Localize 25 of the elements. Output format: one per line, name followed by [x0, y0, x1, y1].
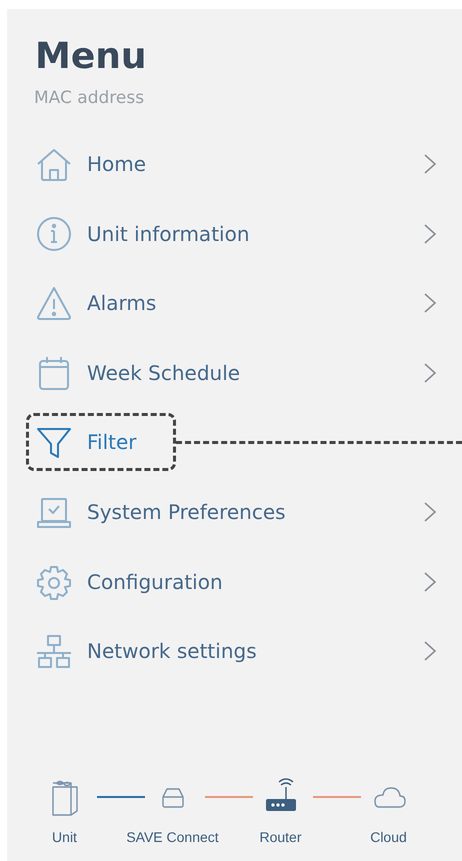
chevron-right-icon — [423, 570, 437, 593]
chevron-right-icon — [423, 222, 437, 245]
device-label: SAVE Connect — [126, 828, 219, 846]
gear-icon — [35, 564, 73, 600]
menu-item[interactable]: Network settings — [26, 622, 448, 680]
menu-item[interactable]: Filter — [26, 413, 176, 472]
network-icon — [35, 633, 73, 670]
mac-address-label: MAC address — [34, 87, 146, 110]
menu-item[interactable]: Configuration — [26, 552, 448, 611]
menu-item[interactable]: Alarms — [26, 274, 448, 332]
chevron-right-icon — [423, 292, 437, 314]
menu-item[interactable]: System Preferences — [26, 482, 448, 541]
info-icon — [35, 216, 73, 252]
device-label: Cloud — [370, 828, 407, 846]
menu-item[interactable]: Home — [26, 134, 448, 193]
chevron-right-icon — [423, 152, 437, 175]
menu-title: Menu — [35, 35, 148, 78]
chevron-right-icon — [423, 362, 437, 384]
menu-item[interactable]: Unit information — [26, 204, 448, 263]
chevron-right-icon — [423, 500, 437, 523]
device-label: Unit — [52, 828, 77, 846]
menu-item[interactable]: Week Schedule — [26, 344, 448, 402]
warning-icon — [35, 285, 73, 322]
chevron-right-icon — [423, 640, 437, 662]
device-label: Router — [259, 828, 302, 846]
